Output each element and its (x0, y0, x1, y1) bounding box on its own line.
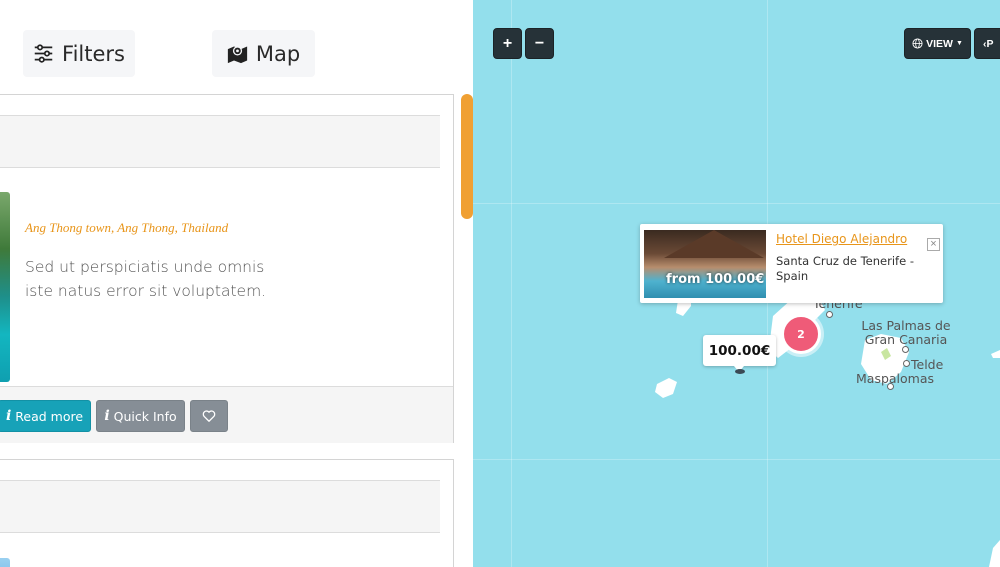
price-marker[interactable]: 100.00€ (703, 335, 776, 372)
listing-image[interactable] (0, 558, 10, 567)
hotel-image[interactable]: from 100.00€ (644, 230, 766, 298)
card-header (0, 480, 440, 533)
hotel-address: Santa Cruz de Tenerife - Spain (776, 254, 914, 283)
sliders-icon (34, 44, 53, 63)
hotel-roof-shape (664, 230, 764, 258)
view-label: VIEW (926, 37, 953, 50)
zoom-in-button[interactable]: + (493, 28, 522, 59)
marker-pin[interactable] (735, 369, 745, 374)
city-dot (887, 383, 894, 390)
listing-pane: Filters Map Ang Thong town, Ang Thong, T… (0, 0, 473, 567)
hotel-title-link[interactable]: Hotel Diego Alejandro (776, 232, 907, 246)
listing-description: Sed ut perspiciatis unde omnis iste natu… (25, 258, 267, 300)
quick-info-button[interactable]: i Quick Info (96, 400, 185, 432)
location-town[interactable]: Ang Thong town (25, 220, 111, 235)
listing-card: Ang Thong town, Ang Thong, Thailand Sed … (0, 94, 454, 443)
listing-card (0, 459, 454, 567)
info-icon: i (104, 408, 110, 424)
globe-icon (912, 38, 923, 49)
place-label: Maspalomas (856, 371, 935, 386)
place-label: Telde (911, 357, 944, 372)
scrollbar-thumb[interactable] (461, 94, 473, 219)
zoom-out-button[interactable]: − (525, 28, 554, 59)
city-dot (902, 346, 909, 353)
place-label: Las Palmas de Gran Canaria (861, 318, 951, 347)
prev-label: P (986, 37, 994, 50)
map-view-dropdown[interactable]: VIEW ▼ (904, 28, 971, 59)
marker-cluster[interactable]: 2 (781, 314, 821, 354)
city-dot (826, 311, 833, 318)
listing-location: Ang Thong town, Ang Thong, Thailand (25, 220, 228, 236)
quick-info-label: Quick Info (113, 408, 177, 424)
info-icon: i (5, 408, 12, 424)
hotel-image-price: from 100.00€ (666, 272, 765, 287)
map-marked-icon (227, 46, 247, 64)
location-country[interactable]: Thailand (181, 220, 228, 235)
close-icon[interactable]: × (927, 238, 940, 251)
read-more-label: Read more (15, 408, 84, 424)
location-province[interactable]: Ang Thong (117, 220, 174, 235)
map-button[interactable]: Map (212, 30, 315, 77)
favorite-button[interactable] (190, 400, 228, 432)
map-label: Map (255, 41, 301, 66)
map-view[interactable]: Tenerife Las Palmas de Gran Canaria Teld… (473, 0, 1000, 567)
app-root: Filters Map Ang Thong town, Ang Thong, T… (0, 0, 1000, 567)
card-header (0, 115, 440, 168)
heart-icon (202, 410, 216, 422)
city-dot (903, 360, 910, 367)
filters-button[interactable]: Filters (23, 30, 135, 77)
hotel-info-popup: from 100.00€ Hotel Diego Alejandro Santa… (640, 224, 943, 303)
filters-label: Filters (62, 41, 125, 66)
previous-button[interactable]: ‹ P (974, 28, 1000, 59)
card-footer: i Read more i Quick Info (0, 386, 453, 443)
caret-down-icon: ▼ (955, 40, 963, 47)
listing-image[interactable] (0, 192, 10, 382)
read-more-button[interactable]: i Read more (0, 400, 91, 432)
